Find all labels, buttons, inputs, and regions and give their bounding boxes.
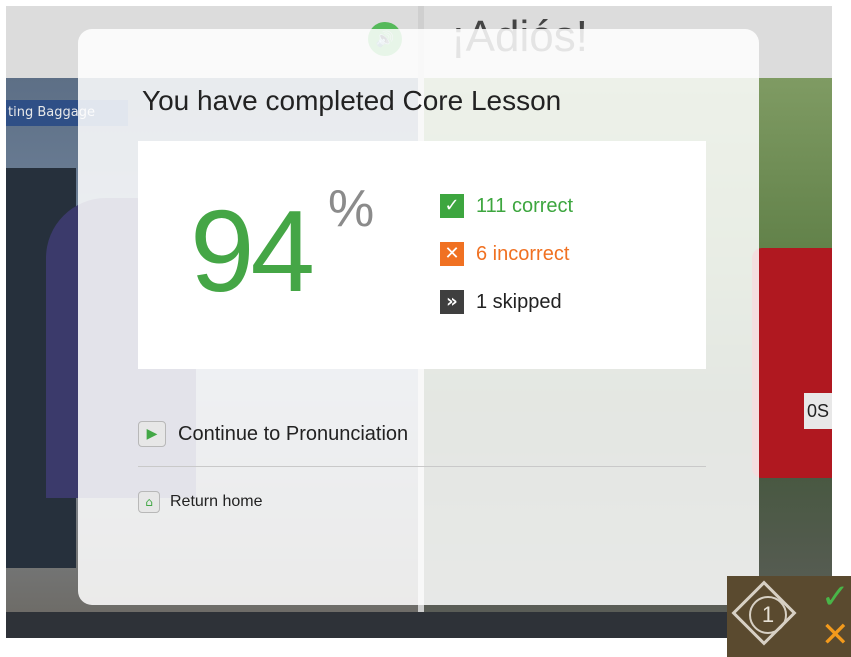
lesson-number: 1 (749, 596, 787, 634)
home-icon: ⌂ (138, 491, 160, 513)
stat-skipped: » 1 skipped (440, 289, 562, 315)
check-icon: ✓ (821, 577, 850, 617)
check-icon: ✓ (440, 194, 464, 218)
continue-label: Continue to Pronunciation (178, 422, 409, 445)
lesson-badge: 1 ✓ ✕ (727, 576, 851, 657)
score-percentage: 94 (190, 186, 315, 316)
correct-count: 111 correct (476, 194, 574, 217)
continue-pronunciation-button[interactable]: ▶ Continue to Pronunciation (138, 421, 408, 447)
car-shape (752, 248, 832, 478)
x-icon: ✕ (821, 615, 850, 655)
score-panel: 94 % ✓ 111 correct ✕ 6 incorrect » 1 ski… (138, 141, 706, 369)
x-icon: ✕ (440, 242, 464, 266)
divider (138, 466, 706, 467)
percent-sign: % (328, 180, 375, 238)
skipped-count: 1 skipped (476, 290, 562, 313)
dialog-title: You have completed Core Lesson (142, 85, 562, 116)
play-icon: ▶ (138, 421, 166, 447)
stat-incorrect: ✕ 6 incorrect (440, 241, 569, 267)
app-bottom-bar (6, 612, 832, 638)
lesson-complete-dialog: You have completed Core Lesson 94 % ✓ 11… (78, 29, 759, 605)
return-home-button[interactable]: ⌂ Return home (138, 491, 263, 513)
incorrect-count: 6 incorrect (476, 242, 570, 265)
home-label: Return home (170, 493, 263, 510)
skip-icon: » (440, 290, 464, 314)
license-plate: 0S (804, 393, 832, 429)
stat-correct: ✓ 111 correct (440, 193, 573, 219)
